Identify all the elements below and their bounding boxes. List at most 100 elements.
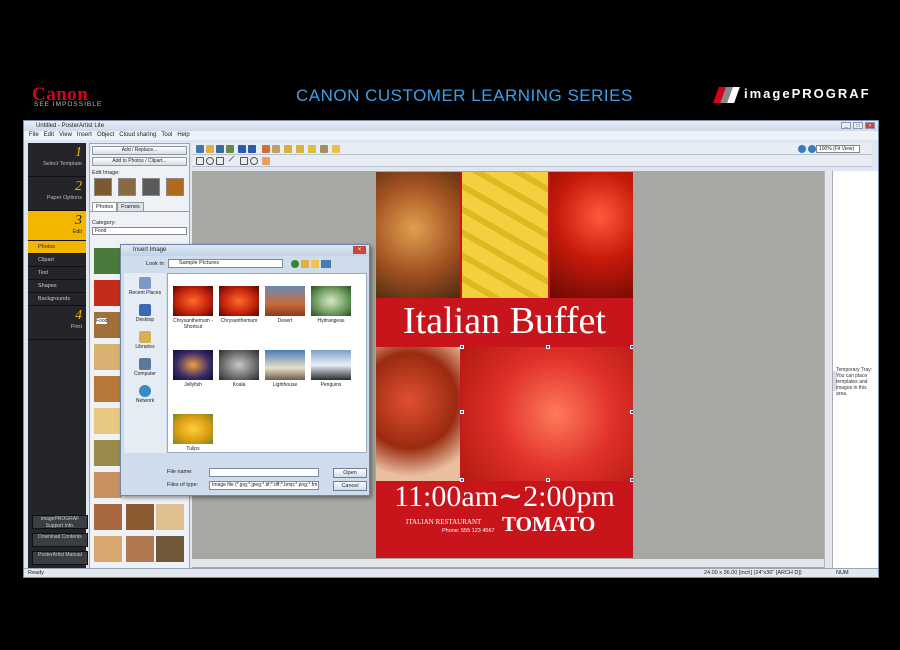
horizontal-scrollbar[interactable] bbox=[192, 559, 824, 567]
look-in-select[interactable]: Sample Pictures bbox=[168, 259, 283, 268]
poster-restaurant-name[interactable]: TOMATO bbox=[502, 512, 595, 537]
maximize-button[interactable]: □ bbox=[853, 122, 863, 129]
food-thumbnail[interactable] bbox=[94, 440, 122, 466]
menu-help[interactable]: Help bbox=[177, 131, 189, 140]
file-name-input[interactable] bbox=[209, 468, 319, 477]
menu-insert[interactable]: Insert bbox=[77, 131, 92, 140]
poster[interactable]: Italian Buffet 11:00am∼2:00pm ITALIAN RE… bbox=[376, 172, 633, 558]
resize-handle[interactable] bbox=[630, 345, 633, 349]
food-thumbnail[interactable] bbox=[94, 472, 122, 498]
file-item[interactable]: Jellyfish bbox=[170, 350, 216, 388]
print-icon[interactable] bbox=[226, 145, 234, 153]
file-type-select[interactable]: Image file (*.jpg;*.jpeg;*.tif;*.tiff;*.… bbox=[209, 481, 319, 490]
new-folder-icon[interactable] bbox=[311, 260, 319, 268]
menu-edit[interactable]: Edit bbox=[44, 131, 54, 140]
resize-handle[interactable] bbox=[630, 410, 633, 414]
resize-handle[interactable] bbox=[546, 478, 550, 482]
manual-button[interactable]: PosterArtist Manual bbox=[32, 551, 88, 565]
poster-restaurant[interactable]: ITALIAN RESTAURANT bbox=[406, 518, 481, 526]
tab-photos[interactable]: Photos bbox=[92, 202, 118, 211]
file-item[interactable]: Penguins bbox=[308, 350, 354, 388]
menu-file[interactable]: File bbox=[29, 131, 39, 140]
menu-tool[interactable]: Tool bbox=[161, 131, 172, 140]
dialog-close-button[interactable]: × bbox=[353, 246, 366, 254]
select-arrow-icon[interactable] bbox=[196, 157, 204, 165]
download-contents-button[interactable]: Download Contents bbox=[32, 533, 88, 547]
resize-handle[interactable] bbox=[460, 478, 464, 482]
vertical-scrollbar[interactable] bbox=[824, 171, 832, 569]
food-thumbnail[interactable] bbox=[94, 536, 122, 562]
subitem-text[interactable]: Text bbox=[28, 267, 86, 280]
step-select-template[interactable]: 1 Select Template bbox=[28, 143, 86, 177]
food-thumbnail[interactable] bbox=[94, 376, 122, 402]
place-libraries[interactable]: Libraries bbox=[124, 327, 166, 354]
line-tool-icon[interactable] bbox=[228, 155, 240, 167]
food-thumbnail[interactable] bbox=[94, 504, 122, 530]
copy-icon[interactable] bbox=[272, 145, 280, 153]
file-item[interactable]: Hydrangeas bbox=[308, 286, 354, 324]
paste-icon[interactable] bbox=[284, 145, 292, 153]
support-info-button[interactable]: imagePROGRAF Support Info. bbox=[32, 515, 88, 529]
temporary-tray[interactable]: Temporary Tray: You can place templates … bbox=[832, 171, 878, 569]
undo-icon[interactable] bbox=[238, 145, 246, 153]
open-button[interactable]: Open bbox=[333, 468, 367, 478]
open-icon[interactable] bbox=[206, 145, 214, 153]
crop-icon[interactable] bbox=[118, 178, 136, 196]
menu-view[interactable]: View bbox=[59, 131, 72, 140]
new-icon[interactable] bbox=[196, 145, 204, 153]
hand-tool-icon[interactable] bbox=[262, 157, 270, 165]
file-item[interactable]: Tulips bbox=[170, 414, 216, 452]
group-icon[interactable] bbox=[308, 145, 316, 153]
food-thumbnail[interactable] bbox=[94, 280, 122, 306]
food-thumbnail[interactable] bbox=[94, 344, 122, 370]
tab-frames[interactable]: Frames bbox=[117, 202, 144, 211]
text-tool-icon[interactable] bbox=[216, 157, 224, 165]
back-icon[interactable] bbox=[291, 260, 299, 268]
file-item[interactable]: Desert bbox=[262, 286, 308, 324]
step-print[interactable]: 4 Print bbox=[28, 306, 86, 340]
food-thumbnail[interactable] bbox=[156, 504, 184, 530]
place-network[interactable]: Network bbox=[124, 381, 166, 408]
subitem-backgrounds[interactable]: Backgrounds bbox=[28, 293, 86, 306]
rotate-icon[interactable] bbox=[206, 157, 214, 165]
sliced-tomato-photo[interactable] bbox=[462, 347, 633, 481]
place-computer[interactable]: Computer bbox=[124, 354, 166, 381]
file-item[interactable]: Chrysanthemum bbox=[216, 286, 262, 324]
poster-phone[interactable]: Phone: 555 123 4567 bbox=[442, 528, 495, 534]
lock-icon[interactable] bbox=[332, 145, 340, 153]
zoom-in-icon[interactable] bbox=[798, 145, 806, 153]
food-thumbnail[interactable] bbox=[94, 312, 122, 338]
step-edit[interactable]: 3 Edit bbox=[28, 211, 86, 241]
file-item[interactable]: Lighthouse bbox=[262, 350, 308, 388]
food-thumbnail[interactable] bbox=[94, 248, 122, 274]
file-item[interactable]: Chrysanthemum - Shortcut bbox=[170, 286, 216, 330]
view-menu-icon[interactable] bbox=[321, 260, 331, 268]
close-button[interactable]: × bbox=[865, 122, 875, 129]
poster-hours[interactable]: 11:00am∼2:00pm bbox=[376, 479, 633, 515]
place-recent-places[interactable]: Recent Places bbox=[124, 273, 166, 300]
rectangle-tool-icon[interactable] bbox=[240, 157, 248, 165]
align-icon[interactable] bbox=[320, 145, 328, 153]
category-select[interactable]: Food bbox=[92, 227, 187, 235]
zoom-out-icon[interactable] bbox=[808, 145, 816, 153]
food-thumbnail[interactable] bbox=[126, 504, 154, 530]
subitem-photos[interactable]: Photos bbox=[28, 241, 86, 254]
save-icon[interactable] bbox=[216, 145, 224, 153]
cancel-button[interactable]: Cancel bbox=[333, 481, 367, 491]
resize-handle[interactable] bbox=[460, 345, 464, 349]
zoom-select[interactable]: 100% (Fit View) bbox=[816, 145, 860, 153]
subitem-clipart[interactable]: Clipart bbox=[28, 254, 86, 267]
subitem-shapes[interactable]: Shapes bbox=[28, 280, 86, 293]
add-replace-button[interactable]: Add / Replace... bbox=[92, 146, 187, 155]
cut-icon[interactable] bbox=[262, 145, 270, 153]
ellipse-tool-icon[interactable] bbox=[250, 157, 258, 165]
food-thumbnail[interactable] bbox=[156, 536, 184, 562]
food-thumbnail[interactable] bbox=[94, 408, 122, 434]
food-thumbnail[interactable] bbox=[126, 536, 154, 562]
poster-title[interactable]: Italian Buffet bbox=[376, 300, 633, 342]
resize-handle[interactable] bbox=[546, 345, 550, 349]
resize-handle[interactable] bbox=[460, 410, 464, 414]
file-item[interactable]: Koala bbox=[216, 350, 262, 388]
place-desktop[interactable]: Desktop bbox=[124, 300, 166, 327]
add-to-photos-button[interactable]: Add to Photos / Clipart... bbox=[92, 157, 187, 166]
